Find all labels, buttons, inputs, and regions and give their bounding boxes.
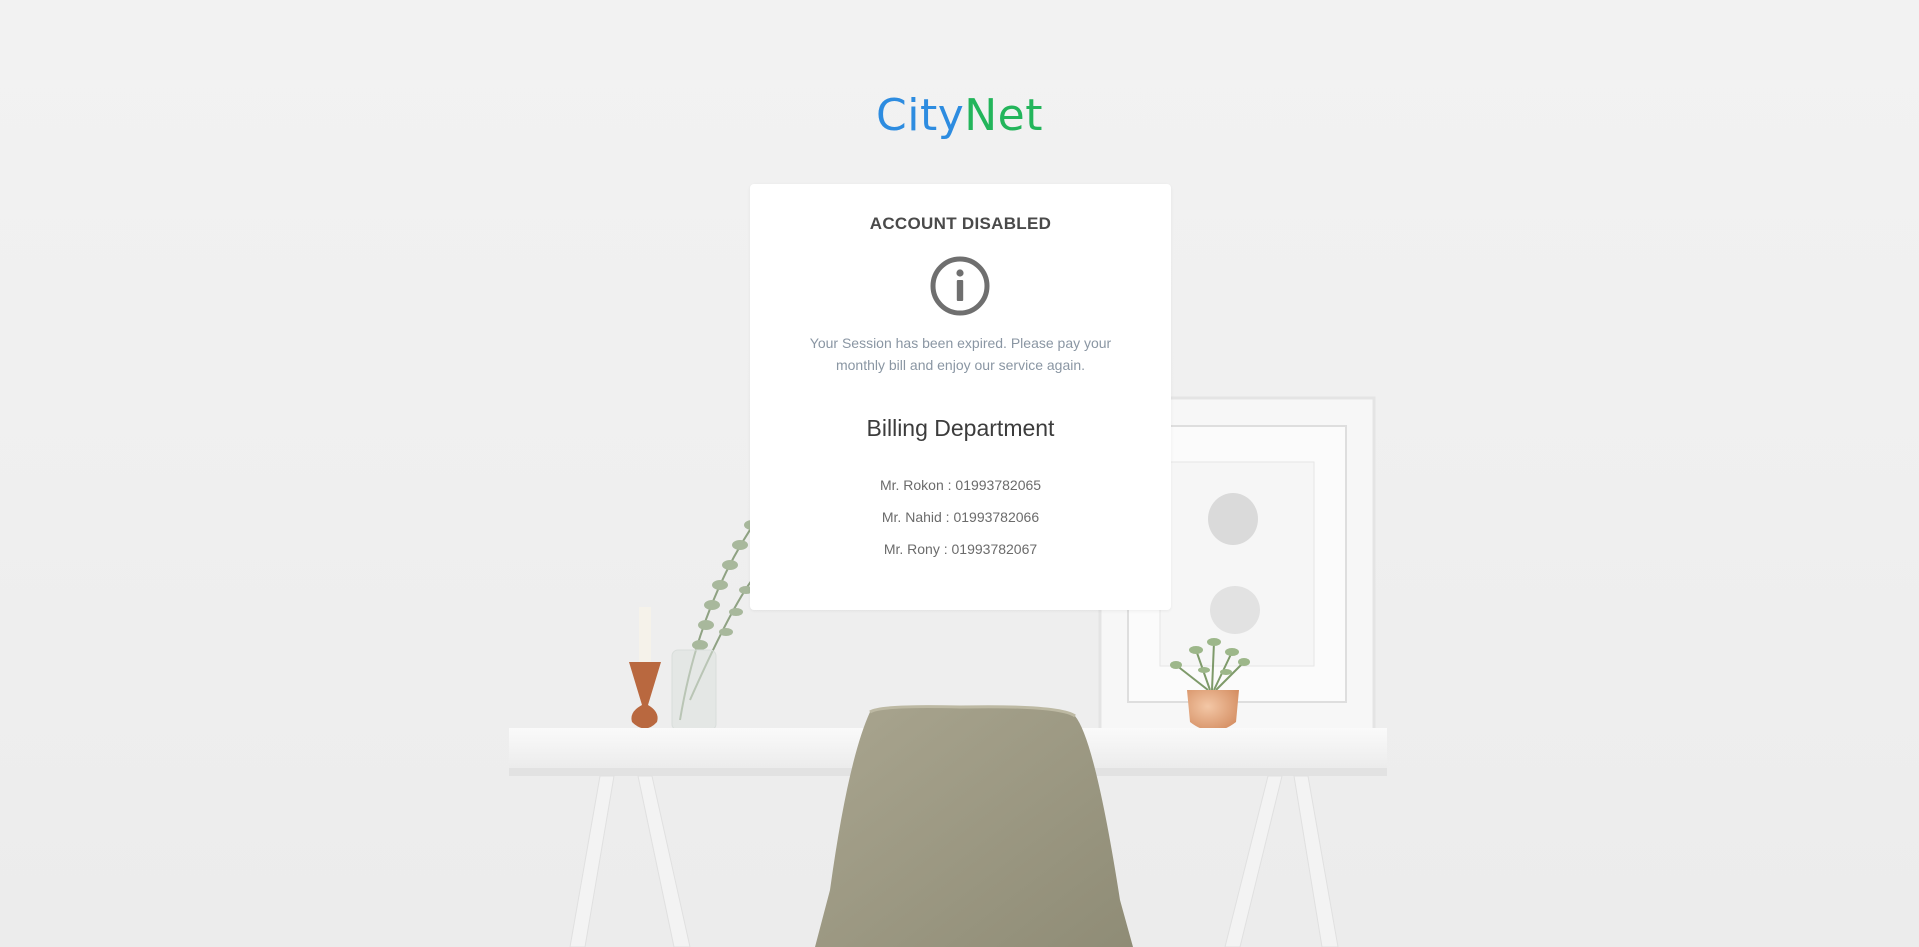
billing-contacts-list: Mr. Rokon : 01993782065 Mr. Nahid : 0199… xyxy=(750,476,1171,572)
expiry-message: Your Session has been expired. Please pa… xyxy=(809,335,1112,373)
contact-rokon: Mr. Rokon : 01993782065 xyxy=(879,477,1042,493)
logo-part-net: Net xyxy=(964,90,1043,141)
account-disabled-card: ACCOUNT DISABLED Your Session has been e… xyxy=(750,184,1171,610)
logo-part-city: City xyxy=(876,90,965,141)
contact-rony: Mr. Rony : 01993782067 xyxy=(883,541,1038,557)
citynet-logo: CityNet xyxy=(0,86,1919,146)
contact-nahid: Mr. Nahid : 01993782066 xyxy=(881,509,1040,525)
billing-department-heading: Billing Department xyxy=(866,415,1055,441)
card-title: ACCOUNT DISABLED xyxy=(869,214,1052,233)
info-circle-icon xyxy=(930,256,990,316)
